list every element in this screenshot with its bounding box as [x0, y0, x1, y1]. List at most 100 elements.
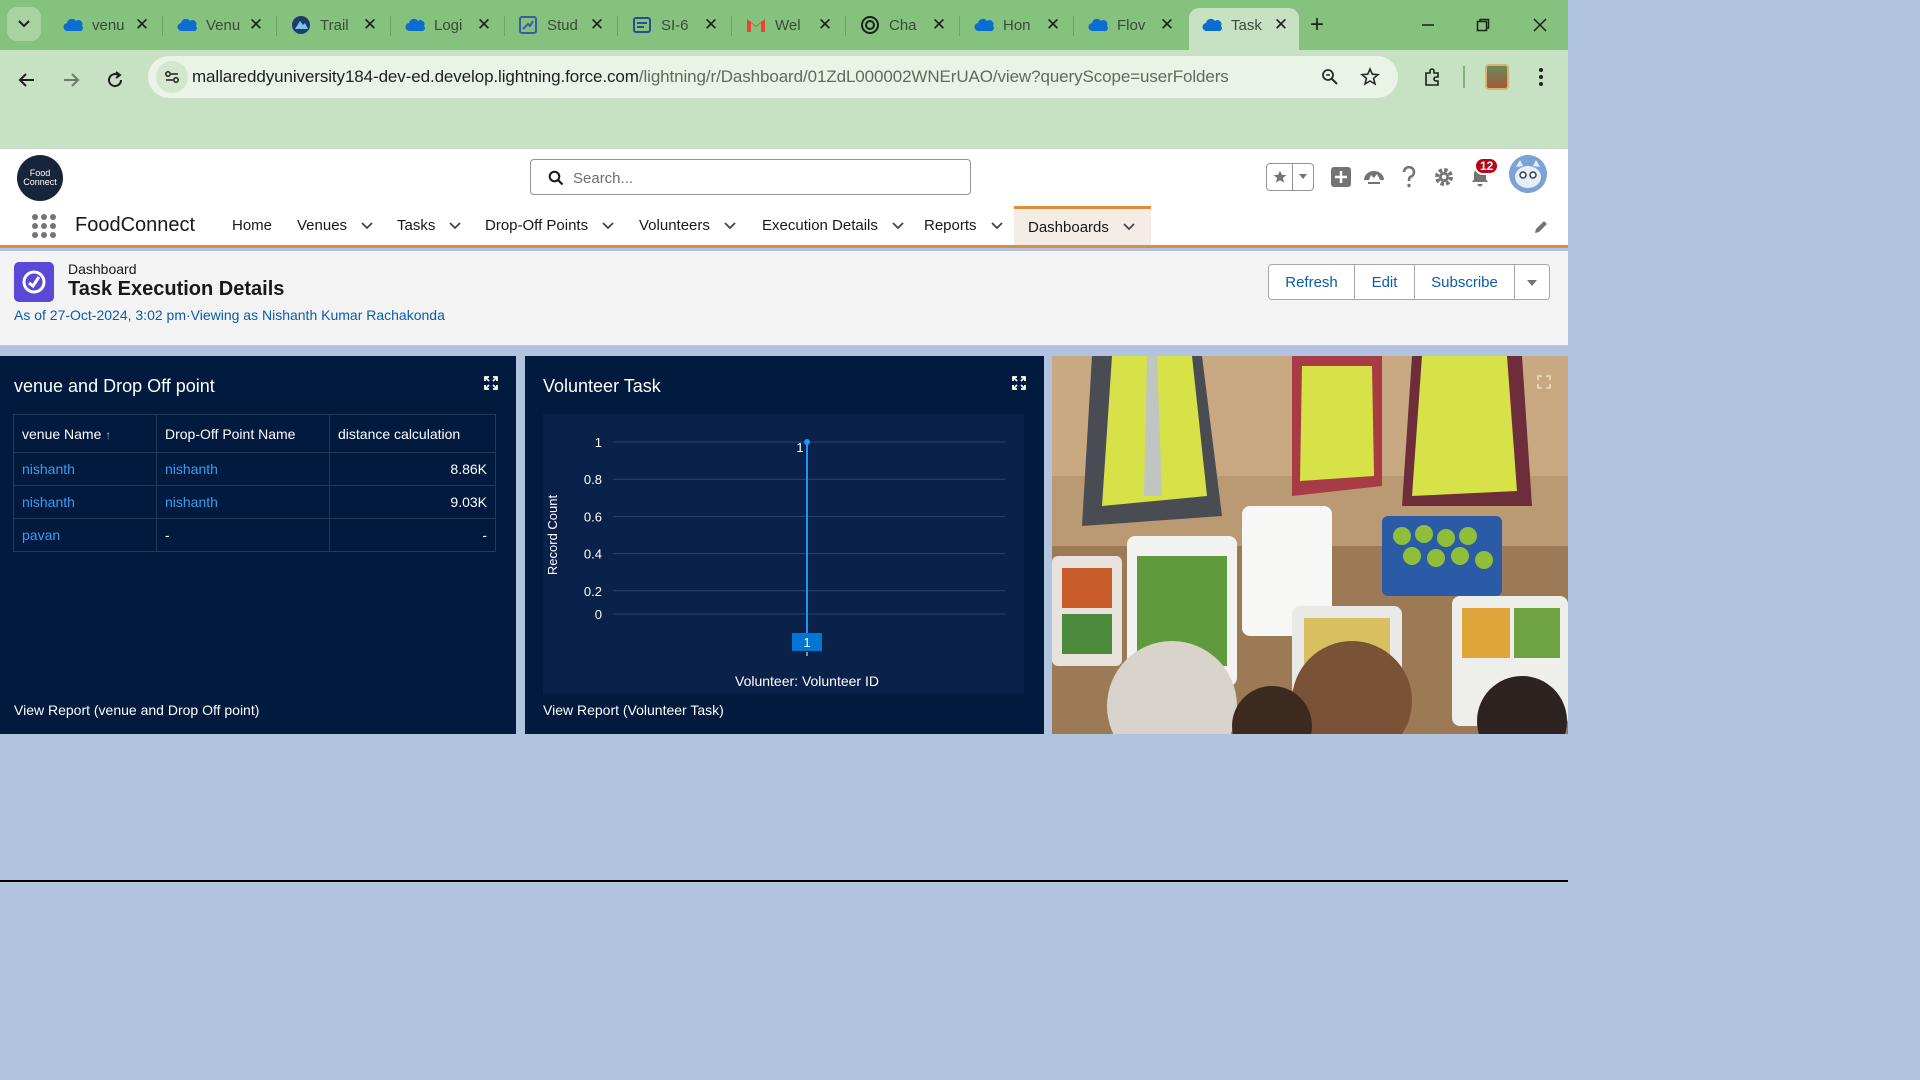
nav-item-label: Home: [232, 217, 273, 234]
edit-nav-pencil-icon[interactable]: [1532, 218, 1550, 236]
chevron-down-icon: [17, 16, 31, 33]
nav-item-dashboards[interactable]: Dashboards: [1014, 206, 1151, 245]
drop-off-link[interactable]: nishanth: [156, 452, 330, 486]
new-tab-button[interactable]: +: [1302, 10, 1332, 40]
forward-button[interactable]: [55, 64, 87, 96]
search-icon: [547, 169, 565, 187]
browser-tab[interactable]: Cha ✕: [847, 8, 957, 42]
close-tab-icon[interactable]: ✕: [931, 15, 947, 34]
global-actions-plus-icon[interactable]: [1327, 163, 1355, 191]
tab-title: Venu: [206, 16, 241, 34]
close-window-button[interactable]: [1520, 8, 1560, 42]
chevron-down-icon[interactable]: [890, 218, 906, 234]
minimize-button[interactable]: [1408, 8, 1448, 42]
search-input[interactable]: [573, 167, 953, 189]
browser-tab[interactable]: Task ✕: [1189, 8, 1299, 50]
view-report-link[interactable]: View Report (Volunteer Task): [543, 702, 724, 718]
chevron-down-icon[interactable]: [359, 218, 375, 234]
browser-tab[interactable]: Venu ✕: [164, 8, 274, 42]
global-search[interactable]: [530, 159, 971, 195]
browser-tab[interactable]: Stud ✕: [505, 8, 615, 42]
zoom-icon[interactable]: [1319, 66, 1341, 88]
venue-link[interactable]: nishanth: [13, 485, 157, 519]
restore-button[interactable]: [1463, 8, 1503, 42]
global-header: Food Connect: [0, 148, 1568, 206]
favorites-button[interactable]: [1266, 163, 1314, 191]
column-header-distance[interactable]: distance calculation: [329, 414, 496, 453]
site-settings-icon[interactable]: [156, 61, 188, 93]
extensions-icon[interactable]: [1418, 63, 1446, 91]
nav-item-venues[interactable]: Venues: [297, 206, 375, 245]
bookmark-star-icon[interactable]: [1359, 66, 1381, 88]
gear-icon[interactable]: [1430, 163, 1458, 191]
distance-value: 8.86K: [329, 452, 496, 486]
chatgpt-icon: [859, 14, 881, 36]
report-table: venue Name ↑ Drop-Off Point Name distanc…: [13, 414, 496, 552]
subscribe-button[interactable]: Subscribe: [1415, 265, 1515, 299]
close-tab-icon[interactable]: ✕: [817, 15, 833, 34]
drop-off-value: -: [156, 518, 330, 552]
distance-value: -: [329, 518, 496, 552]
nav-item-execution-details[interactable]: Execution Details: [762, 206, 906, 245]
nav-item-drop-off-points[interactable]: Drop-Off Points: [485, 206, 616, 245]
reload-button[interactable]: [99, 64, 131, 96]
column-header-drop-off-point[interactable]: Drop-Off Point Name: [156, 414, 330, 453]
chevron-down-icon[interactable]: [989, 218, 1005, 234]
nav-item-home[interactable]: Home: [232, 206, 272, 245]
app-launcher-icon[interactable]: [30, 212, 58, 240]
close-tab-icon[interactable]: ✕: [134, 15, 150, 34]
user-avatar[interactable]: [1509, 155, 1547, 193]
browser-tab[interactable]: Trail ✕: [278, 8, 388, 42]
close-tab-icon[interactable]: ✕: [476, 15, 492, 34]
close-tab-icon[interactable]: ✕: [1273, 15, 1289, 34]
back-button[interactable]: [11, 64, 43, 96]
venue-link[interactable]: nishanth: [13, 452, 157, 486]
browser-tab[interactable]: Wel ✕: [733, 8, 843, 42]
browser-tab[interactable]: SI-6 ✕: [619, 8, 729, 42]
app-logo[interactable]: Food Connect: [17, 155, 63, 201]
drop-off-link[interactable]: nishanth: [156, 485, 330, 519]
tab-title: Flov: [1117, 16, 1146, 34]
nav-item-tasks[interactable]: Tasks: [397, 206, 463, 245]
edit-button[interactable]: Edit: [1355, 265, 1415, 299]
browser-menu-icon[interactable]: [1527, 63, 1555, 91]
salesforce-cloud-icon: [1087, 14, 1109, 36]
dashboard-page-header: Dashboard Task Execution Details As of 2…: [0, 251, 1568, 346]
close-tab-icon[interactable]: ✕: [362, 15, 378, 34]
chevron-down-icon[interactable]: [722, 218, 738, 234]
close-tab-icon[interactable]: ✕: [1045, 15, 1061, 34]
help-icon[interactable]: [1395, 163, 1423, 191]
expand-icon[interactable]: [482, 374, 500, 392]
y-tick-label: 0.2: [584, 584, 602, 599]
favorites-menu-chevron-icon[interactable]: [1293, 164, 1313, 190]
close-tab-icon[interactable]: ✕: [1159, 15, 1175, 34]
browser-profile-icon[interactable]: [1485, 64, 1509, 90]
browser-tab[interactable]: venu ✕: [50, 8, 160, 42]
chevron-down-icon[interactable]: [600, 218, 616, 234]
expand-icon[interactable]: [1536, 374, 1552, 390]
tab-search-button[interactable]: [7, 7, 41, 41]
chart-plot-area: 1 0.8 0.6 0.4 0.2 0 Record Count 1 1 Volunteer: V…: [543, 414, 1024, 694]
address-bar[interactable]: mallareddyuniversity184-dev-ed.develop.l…: [148, 56, 1398, 98]
expand-icon[interactable]: [1010, 374, 1028, 392]
close-tab-icon[interactable]: ✕: [248, 15, 264, 34]
browser-tab[interactable]: Logi ✕: [392, 8, 502, 42]
chevron-down-icon[interactable]: [1121, 219, 1137, 235]
column-header-venue-name[interactable]: venue Name ↑: [13, 414, 157, 453]
more-actions-button[interactable]: [1515, 265, 1549, 299]
object-type-label: Dashboard: [68, 261, 137, 277]
browser-tab[interactable]: Flov ✕: [1075, 8, 1185, 42]
browser-tab[interactable]: Hon ✕: [961, 8, 1071, 42]
close-tab-icon[interactable]: ✕: [589, 15, 605, 34]
nav-item-volunteers[interactable]: Volunteers: [639, 206, 738, 245]
chevron-down-icon[interactable]: [447, 218, 463, 234]
view-report-link[interactable]: View Report (venue and Drop Off point): [14, 702, 259, 718]
star-icon[interactable]: [1267, 164, 1293, 190]
close-tab-icon[interactable]: ✕: [703, 15, 719, 34]
page-title: Task Execution Details: [68, 278, 285, 300]
venue-link[interactable]: pavan: [13, 518, 157, 552]
studio-icon: [517, 14, 539, 36]
trailhead-guidance-icon[interactable]: [1360, 163, 1388, 191]
nav-item-reports[interactable]: Reports: [924, 206, 1005, 245]
refresh-button[interactable]: Refresh: [1269, 265, 1355, 299]
